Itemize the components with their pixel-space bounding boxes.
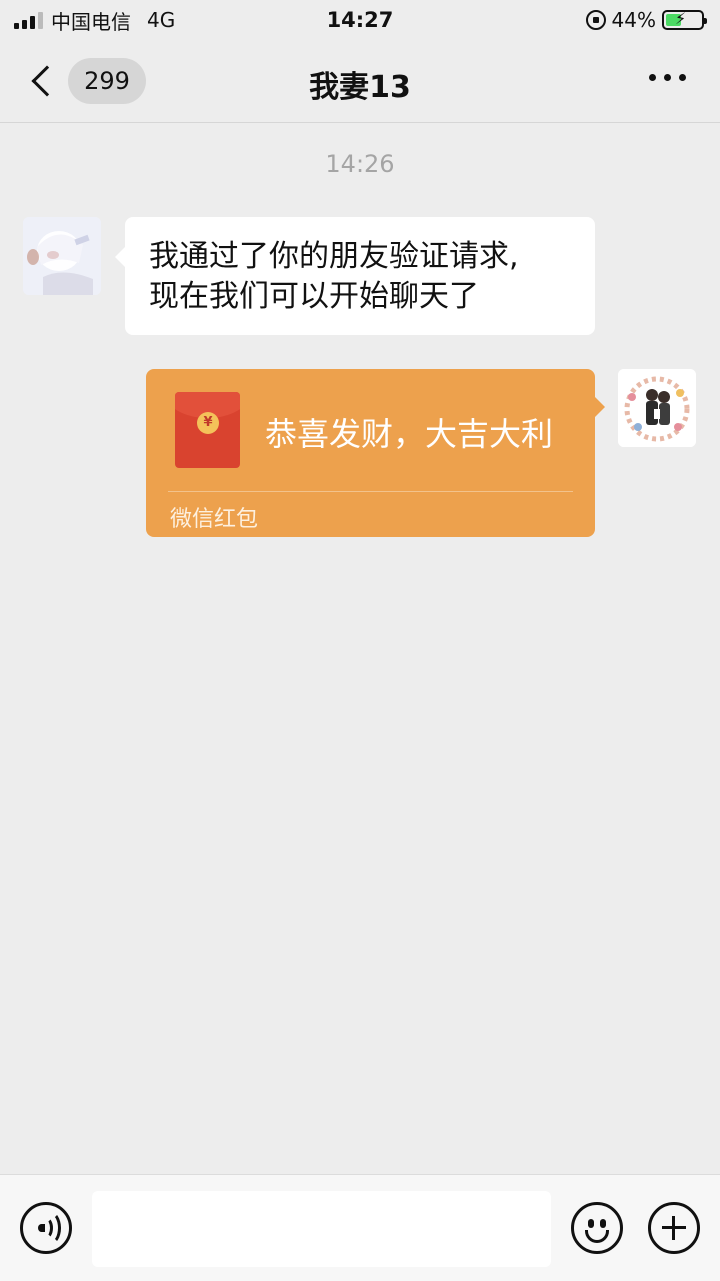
- message-timestamp: 14:26: [325, 150, 395, 178]
- emoji-button[interactable]: [571, 1202, 623, 1254]
- status-bar: 中国电信 4G 14:27 44% ⚡: [0, 0, 720, 40]
- network-type: 4G: [147, 8, 176, 32]
- carrier-label: 中国电信: [51, 9, 131, 34]
- contact-avatar[interactable]: [23, 217, 101, 295]
- status-left: 中国电信 4G: [14, 6, 175, 35]
- rotation-lock-icon: [585, 10, 606, 30]
- message-line: 我通过了你的朋友验证请求,: [149, 239, 519, 274]
- red-envelope-icon: ¥: [175, 392, 240, 468]
- my-avatar[interactable]: [618, 369, 696, 447]
- red-packet-greeting: 恭喜发财，大吉大利: [265, 415, 554, 453]
- plus-button[interactable]: [648, 1202, 700, 1254]
- status-right: 44% ⚡: [585, 8, 707, 32]
- red-packet-label: 微信红包: [170, 507, 259, 532]
- message-input[interactable]: [92, 1191, 551, 1267]
- voice-button[interactable]: [20, 1202, 72, 1254]
- red-packet-message[interactable]: ¥ 恭喜发财，大吉大利 微信红包: [146, 369, 605, 537]
- ellipsis-icon: [649, 74, 656, 81]
- more-options-button[interactable]: [649, 74, 686, 81]
- chat-title: 我妻13: [309, 70, 411, 105]
- signal-icon: [14, 11, 43, 29]
- charging-bolt-icon: ⚡: [675, 9, 687, 28]
- incoming-message-bubble[interactable]: 我通过了你的朋友验证请求, 现在我们可以开始聊天了: [115, 217, 595, 335]
- chat-header: 299 我妻13: [0, 40, 720, 123]
- battery-percent: 44%: [611, 8, 656, 32]
- yuan-coin-icon: ¥: [197, 412, 219, 434]
- emoji-icon: [588, 1219, 594, 1228]
- divider: [168, 491, 573, 492]
- battery-icon: ⚡: [662, 9, 707, 30]
- input-toolbar: [0, 1174, 720, 1281]
- message-line: 现在我们可以开始聊天了: [149, 279, 479, 314]
